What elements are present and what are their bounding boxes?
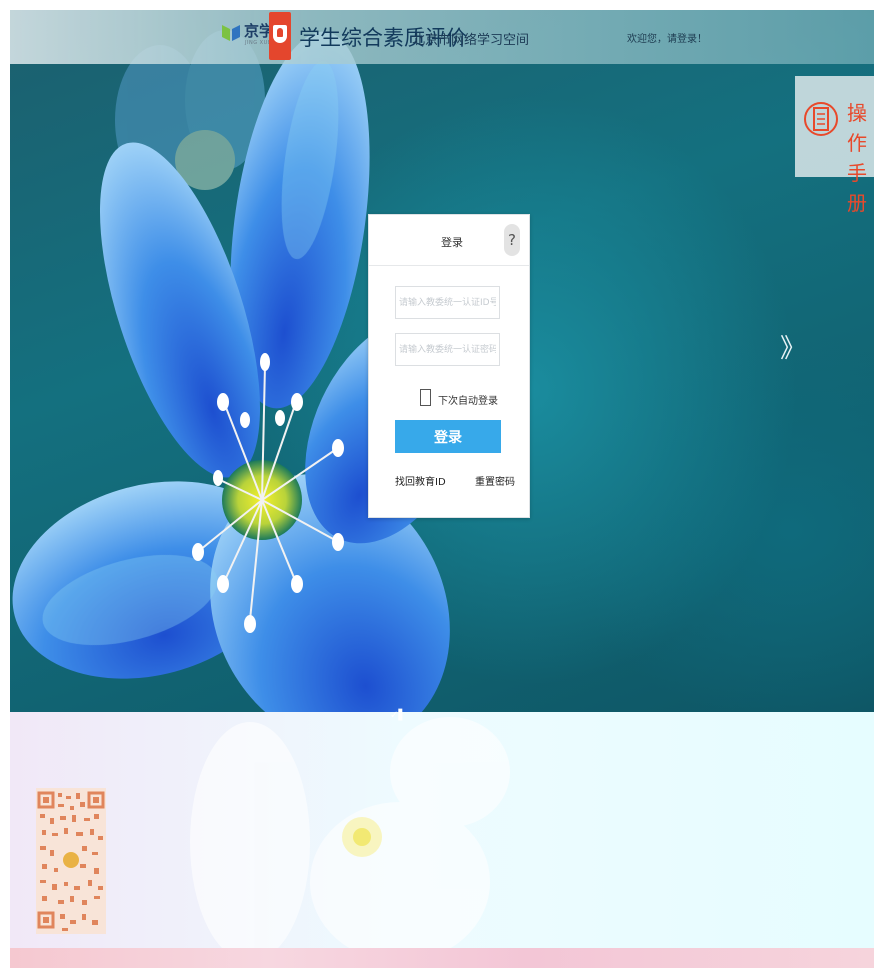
carousel-indicator-icon: ✓▌ (390, 710, 407, 721)
manual-label-line2: 手册 (847, 161, 867, 215)
tree-badge-icon (269, 12, 291, 60)
id-input[interactable] (395, 286, 500, 319)
manual-label: 操作 手册 (847, 98, 874, 218)
reset-password-link[interactable]: 重置密码 (475, 473, 515, 488)
login-title: 登录 (441, 236, 463, 249)
top-header: 京学通 JING XUE TONG 学生综合素质评价 北京市网络学习空间 欢迎您… (10, 10, 874, 64)
password-input[interactable] (395, 333, 500, 366)
qr-code-image (36, 788, 106, 934)
login-card: 登录 ? 下次自动登录 登录 找回教育ID 重置密码 (368, 214, 530, 518)
operation-manual-button[interactable]: 操作 手册 (795, 76, 874, 215)
remember-checkbox[interactable] (420, 389, 431, 406)
page-frame: 京学通 JING XUE TONG 学生综合素质评价 北京市网络学习空间 欢迎您… (10, 10, 874, 968)
remember-label: 下次自动登录 (438, 396, 498, 407)
faded-flower-illustration (190, 717, 510, 950)
site-name: 北京市网络学习空间 (412, 33, 530, 48)
login-button[interactable]: 登录 (395, 420, 501, 453)
manual-book-icon (804, 102, 838, 136)
find-id-link[interactable]: 找回教育ID (395, 473, 446, 488)
manual-label-line1: 操作 (847, 101, 867, 155)
lower-background (10, 712, 874, 950)
footer-bar (10, 948, 874, 968)
help-icon[interactable]: ? (504, 224, 520, 256)
welcome-text: 欢迎您，请登录！ (627, 34, 707, 45)
login-card-header: 登录 ? (369, 215, 529, 266)
carousel-next-icon[interactable]: 》 (780, 328, 806, 365)
jingxuetong-logo-icon (222, 25, 240, 41)
